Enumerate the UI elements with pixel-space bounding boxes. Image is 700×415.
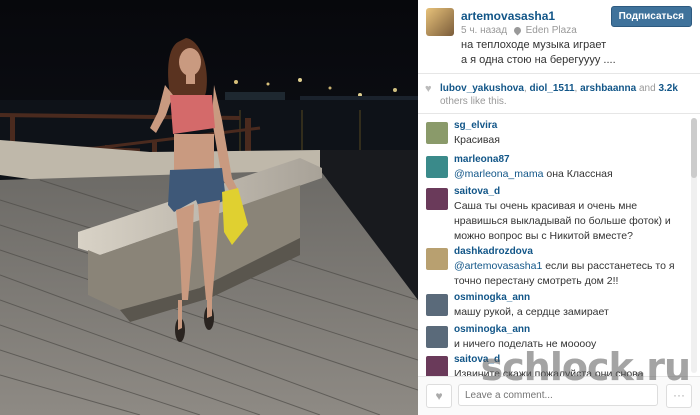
- comment-body: Саша ты очень красивая и очень мне нрави…: [454, 200, 671, 242]
- heart-icon: ♥: [425, 83, 432, 95]
- likes-count[interactable]: 3.2k: [658, 83, 677, 94]
- post-meta: 5 ч. назад Eden Plaza: [461, 25, 577, 36]
- liker-2[interactable]: diol_1511: [529, 83, 574, 94]
- post-header: artemovasasha1 5 ч. назад Eden Plaza на …: [418, 0, 700, 74]
- comment-item: marleona87 @marleona_mama она Классная: [418, 154, 686, 184]
- comment-text: машу рукой, а сердце замирает: [454, 305, 682, 320]
- comments-scrollbar[interactable]: [691, 118, 697, 373]
- comment-username[interactable]: sg_elvira: [454, 120, 497, 131]
- comment-input[interactable]: [458, 384, 658, 406]
- comment-avatar[interactable]: [426, 156, 448, 178]
- comment-avatar[interactable]: [426, 188, 448, 210]
- post-photo[interactable]: [0, 0, 418, 415]
- post-time[interactable]: 5 ч. назад: [461, 25, 507, 36]
- post-details-panel: artemovasasha1 5 ч. назад Eden Plaza на …: [418, 0, 700, 415]
- liker-1[interactable]: lubov_yakushova: [440, 83, 524, 94]
- comment-avatar[interactable]: [426, 326, 448, 348]
- comment-username[interactable]: saitova_d: [454, 354, 500, 365]
- comment-text: @artemovasasha1 если вы расстанетесь то …: [454, 259, 682, 289]
- comment-avatar[interactable]: [426, 356, 448, 378]
- comment-avatar[interactable]: [426, 248, 448, 270]
- comment-item: saitova_d Саша ты очень красивая и очень…: [418, 186, 686, 246]
- likes-others: others like this.: [440, 96, 507, 107]
- comment-body: она Классная: [546, 168, 613, 180]
- comment-item: sg_elvira Красивая: [418, 120, 686, 150]
- comment-body: Красивая: [454, 134, 500, 146]
- liker-3[interactable]: arshbaanna: [580, 83, 636, 94]
- comment-username[interactable]: osminogka_ann: [454, 292, 530, 303]
- comment-avatar[interactable]: [426, 294, 448, 316]
- comment-item: dashkadrozdova @artemovasasha1 если вы р…: [418, 246, 686, 291]
- comment-list[interactable]: sg_elvira Красивая marleona87 @marleona_…: [418, 114, 700, 378]
- comment-username[interactable]: marleona87: [454, 154, 510, 165]
- comment-mention[interactable]: @marleona_mama: [454, 168, 543, 180]
- comment-username[interactable]: osminogka_ann: [454, 324, 530, 335]
- comment-footer: ♥ ···: [418, 376, 700, 415]
- photo-illustration: [0, 0, 418, 415]
- instagram-post-view: artemovasasha1 5 ч. назад Eden Plaza на …: [0, 0, 700, 415]
- follow-button[interactable]: Подписаться: [610, 6, 692, 27]
- comment-avatar[interactable]: [426, 122, 448, 144]
- more-options-icon[interactable]: ···: [666, 384, 692, 408]
- post-location[interactable]: Eden Plaza: [526, 25, 577, 36]
- comment-text: Саша ты очень красивая и очень мне нрави…: [454, 199, 682, 244]
- scrollbar-thumb[interactable]: [691, 118, 697, 178]
- likes-and: and: [639, 83, 656, 94]
- comment-item: saitova_d Извините скажи пожалуйста они …: [418, 354, 686, 378]
- location-pin-icon: [512, 25, 523, 36]
- comment-text: и ничего поделать не мооооу: [454, 337, 682, 352]
- owner-avatar[interactable]: [426, 8, 454, 36]
- likes-summary: ♥ lubov_yakushova, diol_1511, arshbaanna…: [418, 74, 700, 114]
- comment-username[interactable]: saitova_d: [454, 186, 500, 197]
- owner-username[interactable]: artemovasasha1: [461, 9, 555, 23]
- comment-mention[interactable]: @artemovasasha1: [454, 260, 542, 272]
- comment-body: машу рукой, а сердце замирает: [454, 306, 609, 318]
- comment-body: и ничего поделать не мооооу: [454, 338, 597, 350]
- comment-item: osminogka_ann машу рукой, а сердце замир…: [418, 292, 686, 322]
- like-heart-icon[interactable]: ♥: [426, 384, 452, 408]
- comment-text: @marleona_mama она Классная: [454, 167, 682, 182]
- comment-username[interactable]: dashkadrozdova: [454, 246, 533, 257]
- caption-line-1: на теплоходе музыка играет: [461, 39, 607, 51]
- post-caption: на теплоходе музыка играет а я одна стою…: [461, 38, 692, 68]
- caption-line-2: а я одна стою на берегуууу ....: [461, 54, 616, 66]
- comment-item: osminogka_ann и ничего поделать не моооо…: [418, 324, 686, 354]
- comment-text: Красивая: [454, 133, 682, 148]
